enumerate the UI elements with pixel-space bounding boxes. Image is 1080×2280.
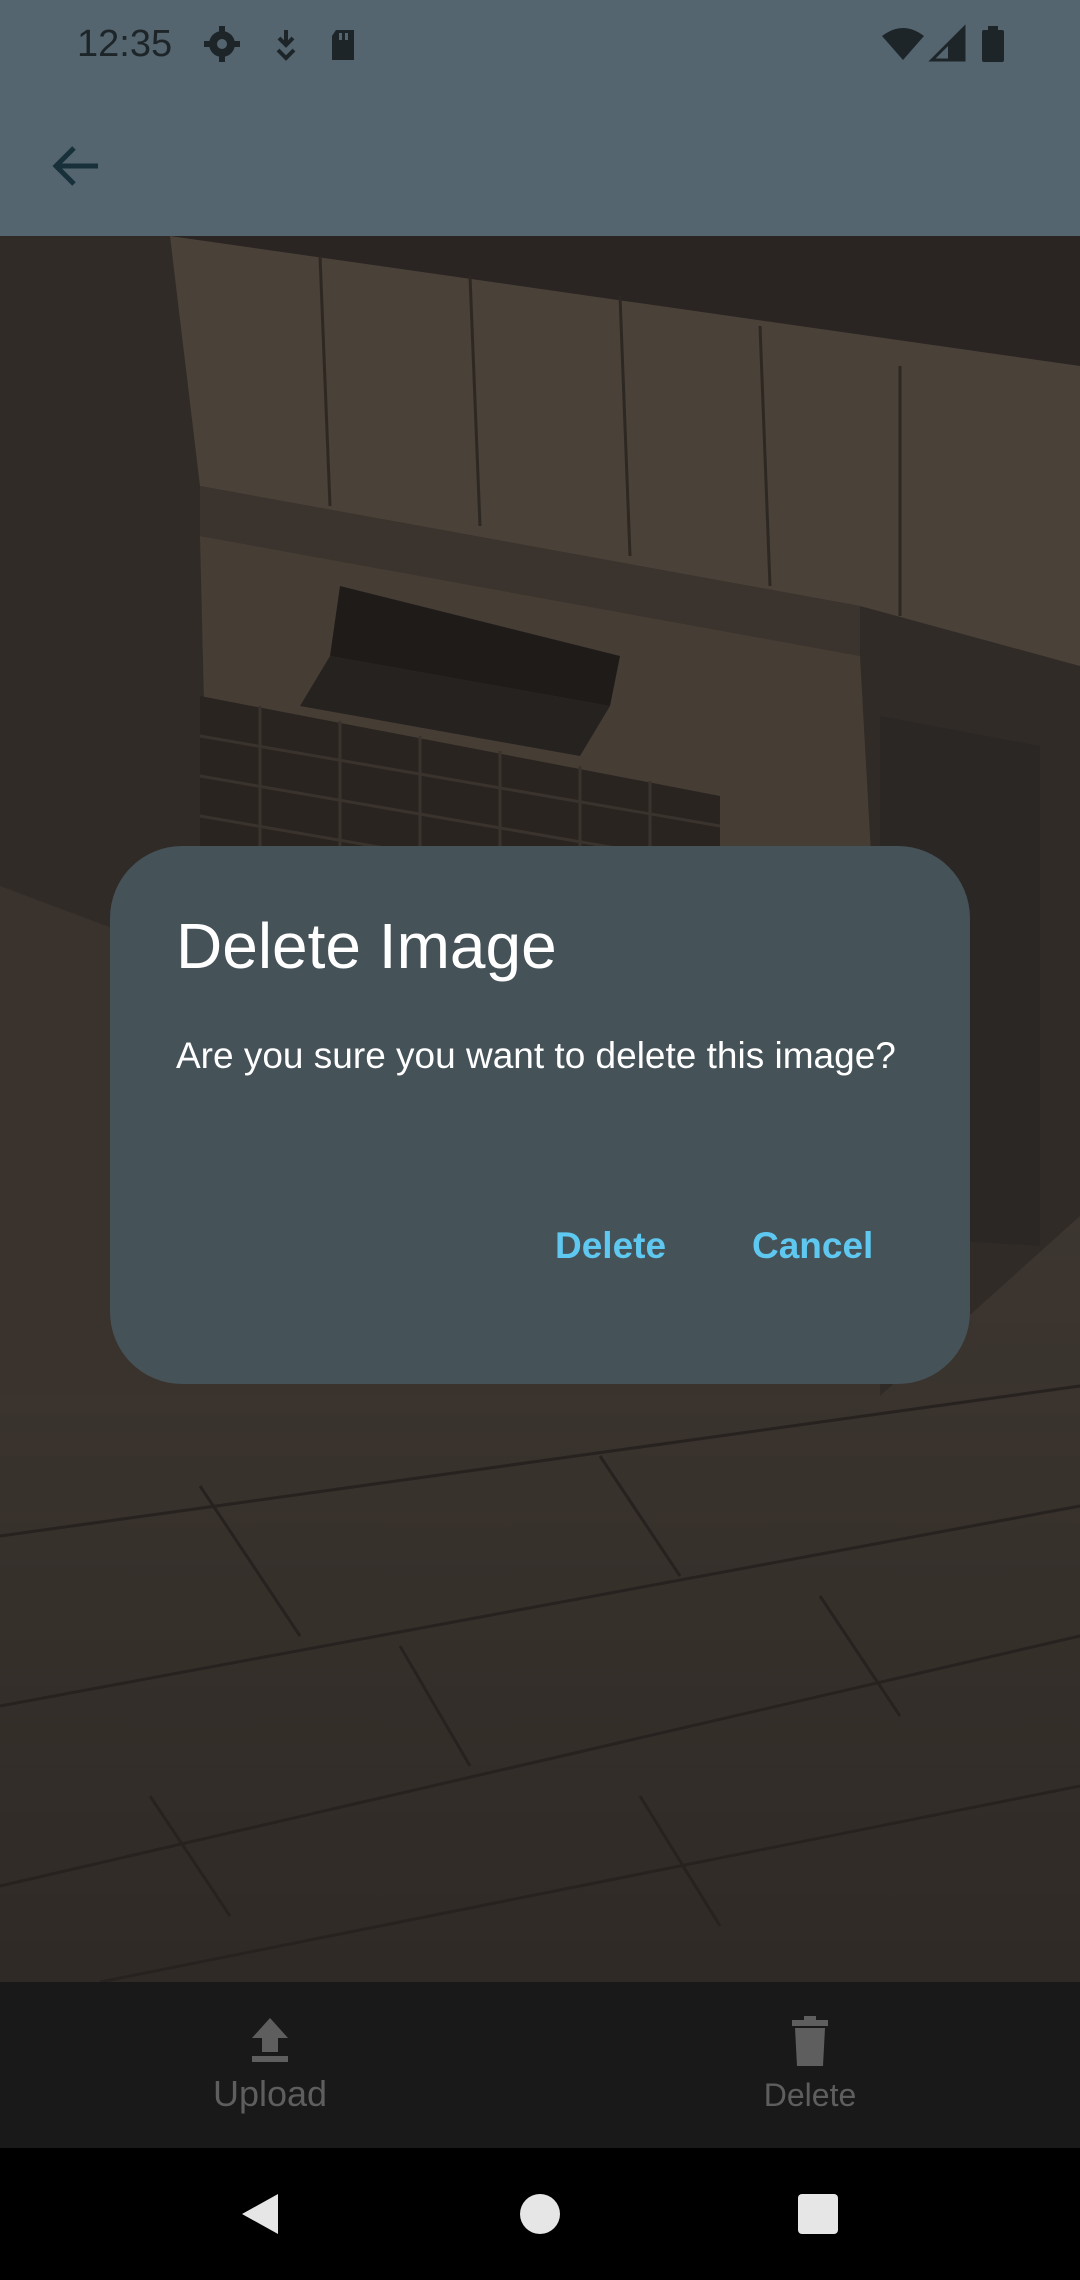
cancel-button[interactable]: Cancel (732, 1206, 893, 1286)
status-time: 12:35 (77, 23, 173, 65)
sd-card-icon (324, 22, 364, 66)
delete-dialog: Delete Image Are you sure you want to de… (110, 846, 970, 1384)
upload-label: Upload (212, 2072, 328, 2114)
battery-icon (978, 22, 1008, 66)
trash-icon (790, 2016, 830, 2073)
status-bar: 12:35 (0, 0, 1080, 88)
delete-label: Delete (763, 2077, 857, 2113)
bottom-action-bar: Upload Delete (0, 1982, 1080, 2148)
upload-button[interactable]: Upload (130, 1982, 410, 2148)
confirm-delete-button[interactable]: Delete (535, 1206, 686, 1286)
download-arrow-icon (266, 22, 306, 66)
dialog-title: Delete Image (176, 910, 557, 982)
arrow-back-icon (50, 144, 102, 193)
delete-button[interactable]: Delete (670, 1982, 950, 2148)
back-button[interactable] (36, 128, 116, 208)
signal-icon (928, 22, 968, 66)
nav-home-icon[interactable] (510, 2184, 570, 2244)
system-nav-bar (0, 2148, 1080, 2280)
wifi-icon (880, 22, 926, 66)
app-bar (0, 88, 1080, 236)
nav-recents-icon[interactable] (788, 2184, 848, 2244)
upload-icon (248, 2016, 292, 2069)
dialog-message: Are you sure you want to delete this ima… (176, 1035, 896, 1076)
settings-gear-icon (202, 22, 242, 66)
nav-back-icon[interactable] (230, 2184, 290, 2244)
